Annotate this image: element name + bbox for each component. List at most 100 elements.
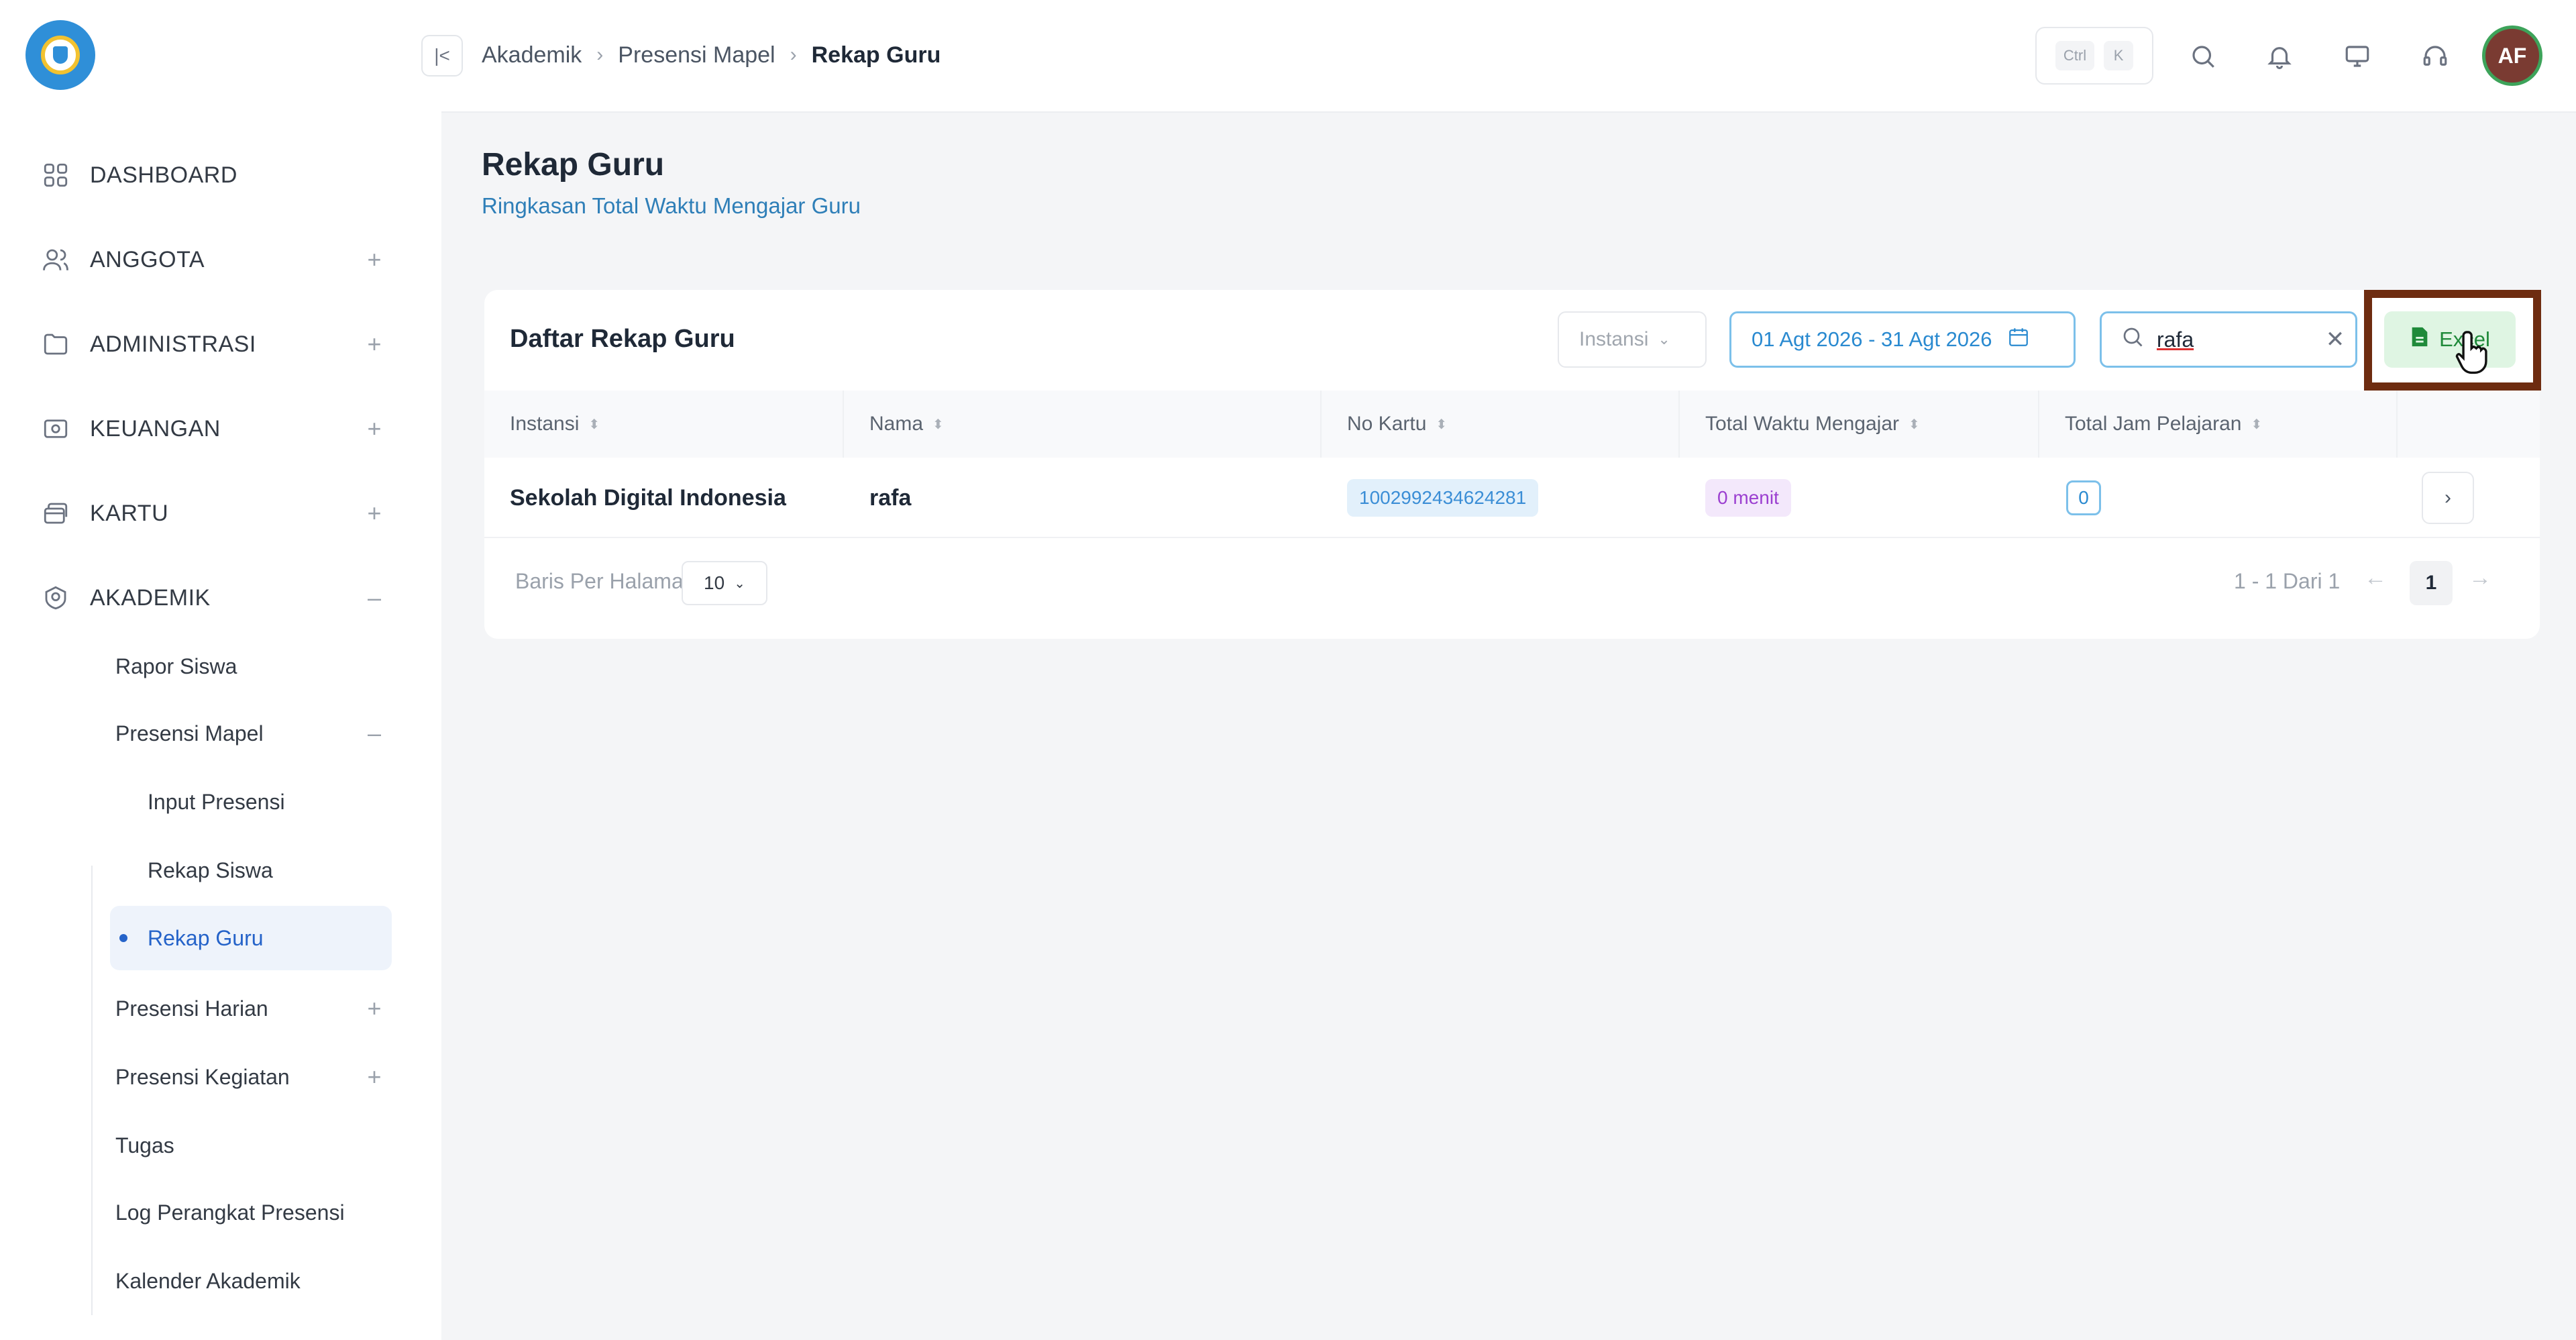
subitem-label: Tugas	[115, 1133, 174, 1157]
rows-per-page-label: Baris Per Halaman	[515, 569, 696, 593]
card-number-badge: 1002992434624281	[1347, 479, 1539, 517]
sidebar-subitem-log-perangkat-presensi[interactable]: Log Perangkat Presensi	[115, 1188, 397, 1237]
collapse-sidebar-button[interactable]: |<	[421, 35, 463, 76]
collapse-left-icon: |<	[434, 45, 450, 66]
avatar-initials: AF	[2498, 43, 2527, 68]
subitem-label: Kalender Akademik	[115, 1268, 301, 1293]
logo-core-shape	[53, 46, 68, 64]
academic-icon	[39, 581, 72, 615]
next-page-arrow-icon[interactable]: →	[2469, 565, 2491, 591]
breadcrumb-presensi-mapel[interactable]: Presensi Mapel	[618, 42, 775, 68]
bell-icon[interactable]	[2259, 36, 2300, 76]
wallet-icon	[39, 412, 72, 446]
column-label: Nama	[869, 413, 924, 435]
cell-total-jam: 0	[2066, 458, 2101, 538]
support-headset-icon[interactable]	[2415, 36, 2455, 76]
column-divider	[1678, 391, 1680, 458]
expand-plus-icon[interactable]: +	[361, 994, 388, 1023]
clear-icon[interactable]: ✕	[2315, 326, 2355, 353]
expand-plus-icon[interactable]: +	[361, 1063, 388, 1091]
page-number-current[interactable]: 1	[2410, 561, 2453, 605]
monitor-icon[interactable]	[2337, 36, 2377, 76]
subitem-label: Rapor Siswa	[115, 654, 237, 678]
sidebar-subitem-rekap-siswa[interactable]: Rekap Siswa	[148, 845, 429, 895]
column-header-total-waktu[interactable]: Total Waktu Mengajar ⬍	[1705, 391, 1920, 458]
sidebar-item-akademik[interactable]: AKADEMIK –	[39, 574, 388, 621]
column-header-nama[interactable]: Nama ⬍	[869, 391, 944, 458]
hand-pointer-cursor-icon	[2455, 329, 2494, 378]
page-title: Rekap Guru	[482, 147, 665, 183]
column-divider	[2038, 391, 2039, 458]
sidebar-item-label: KEUANGAN	[90, 415, 221, 442]
sidebar-subitem-presensi-harian[interactable]: Presensi Harian +	[115, 984, 388, 1033]
search-icon[interactable]	[2183, 36, 2223, 76]
sidebar-subitem-rapor-siswa[interactable]: Rapor Siswa	[115, 641, 397, 691]
search-input[interactable]: rafa ✕	[2100, 311, 2357, 368]
column-divider	[843, 391, 844, 458]
avatar[interactable]: AF	[2482, 25, 2542, 86]
collapse-minus-icon[interactable]: –	[361, 719, 388, 748]
chevron-down-icon: ⌄	[1658, 331, 1670, 348]
submenu-guide-line	[91, 866, 93, 1315]
cell-action: ›	[2422, 458, 2474, 538]
search-value: rafa	[2157, 327, 2194, 352]
expand-plus-icon[interactable]: +	[361, 246, 388, 274]
sort-icon: ⬍	[588, 417, 600, 432]
kbd-ctrl: Ctrl	[2055, 41, 2095, 70]
rekap-guru-card: Daftar Rekap Guru Instansi ⌄ 01 Agt 2026…	[484, 290, 2541, 639]
card-title: Daftar Rekap Guru	[510, 325, 735, 353]
sidebar-item-anggota[interactable]: ANGGOTA +	[39, 236, 388, 283]
column-header-total-jam[interactable]: Total Jam Pelajaran ⬍	[2065, 391, 2262, 458]
cell-no-kartu: 1002992434624281	[1347, 458, 1539, 538]
app-logo[interactable]	[25, 20, 95, 90]
sidebar-subitem-presensi-mapel[interactable]: Presensi Mapel –	[115, 709, 388, 758]
subitem-label: Presensi Mapel	[115, 721, 264, 745]
subitem-label: Presensi Harian	[115, 996, 268, 1021]
sidebar-subitem-presensi-kegiatan[interactable]: Presensi Kegiatan +	[115, 1052, 388, 1102]
command-shortcut-button[interactable]: Ctrl K	[2035, 27, 2153, 85]
sidebar-item-kartu[interactable]: KARTU +	[39, 490, 388, 537]
folder-icon	[39, 327, 72, 361]
kbd-k: K	[2104, 41, 2134, 70]
column-header-no-kartu[interactable]: No Kartu ⬍	[1347, 391, 1447, 458]
cards-icon	[39, 497, 72, 530]
export-excel-button[interactable]: Excel	[2384, 311, 2516, 368]
sidebar-item-label: ANGGOTA	[90, 246, 205, 272]
chevron-right-icon: ›	[596, 44, 604, 66]
sidebar-subitem-rekap-guru[interactable]: Rekap Guru	[110, 906, 392, 970]
expand-plus-icon[interactable]: +	[361, 499, 388, 527]
column-label: Total Jam Pelajaran	[2065, 413, 2242, 435]
expand-plus-icon[interactable]: +	[361, 415, 388, 443]
subitem-label: Presensi Kegiatan	[115, 1064, 290, 1089]
expand-plus-icon[interactable]: +	[361, 330, 388, 358]
column-divider	[2396, 391, 2398, 458]
instansi-select[interactable]: Instansi ⌄	[1558, 311, 1707, 368]
column-label: No Kartu	[1347, 413, 1427, 435]
sidebar-item-administrasi[interactable]: ADMINISTRASI +	[39, 321, 388, 368]
column-header-instansi[interactable]: Instansi ⬍	[510, 391, 600, 458]
hours-count-badge: 0	[2066, 480, 2101, 515]
sort-icon: ⬍	[2251, 417, 2263, 432]
subitem-label: Rekap Guru	[148, 925, 264, 950]
subitem-label: Input Presensi	[148, 789, 285, 814]
active-dot-icon	[119, 934, 127, 942]
prev-page-arrow-icon[interactable]: ←	[2364, 565, 2387, 591]
sidebar-item-label: KARTU	[90, 500, 169, 526]
sidebar-subitem-kalender-akademik[interactable]: Kalender Akademik	[115, 1256, 397, 1306]
collapse-minus-icon[interactable]: –	[361, 584, 388, 612]
users-icon	[39, 243, 72, 276]
cell-total-waktu: 0 menit	[1705, 458, 1791, 538]
date-range-value: 01 Agt 2026 - 31 Agt 2026	[1752, 327, 1992, 351]
sidebar-item-dashboard[interactable]: DASHBOARD	[39, 152, 388, 199]
chevron-down-icon: ⌄	[734, 576, 745, 591]
sidebar-item-keuangan[interactable]: KEUANGAN +	[39, 405, 388, 452]
sidebar-subitem-tugas[interactable]: Tugas	[115, 1121, 397, 1170]
table-header: Instansi ⬍ Nama ⬍ No Kartu ⬍ Total Waktu…	[484, 391, 2540, 458]
sidebar-subitem-input-presensi[interactable]: Input Presensi	[148, 777, 429, 827]
date-range-picker[interactable]: 01 Agt 2026 - 31 Agt 2026	[1729, 311, 2076, 368]
row-detail-button[interactable]: ›	[2422, 472, 2474, 524]
sidebar-item-label: AKADEMIK	[90, 584, 211, 611]
breadcrumb-akademik[interactable]: Akademik	[482, 42, 582, 68]
rows-per-page-select[interactable]: 10 ⌄	[682, 561, 767, 605]
search-icon	[2121, 325, 2145, 354]
